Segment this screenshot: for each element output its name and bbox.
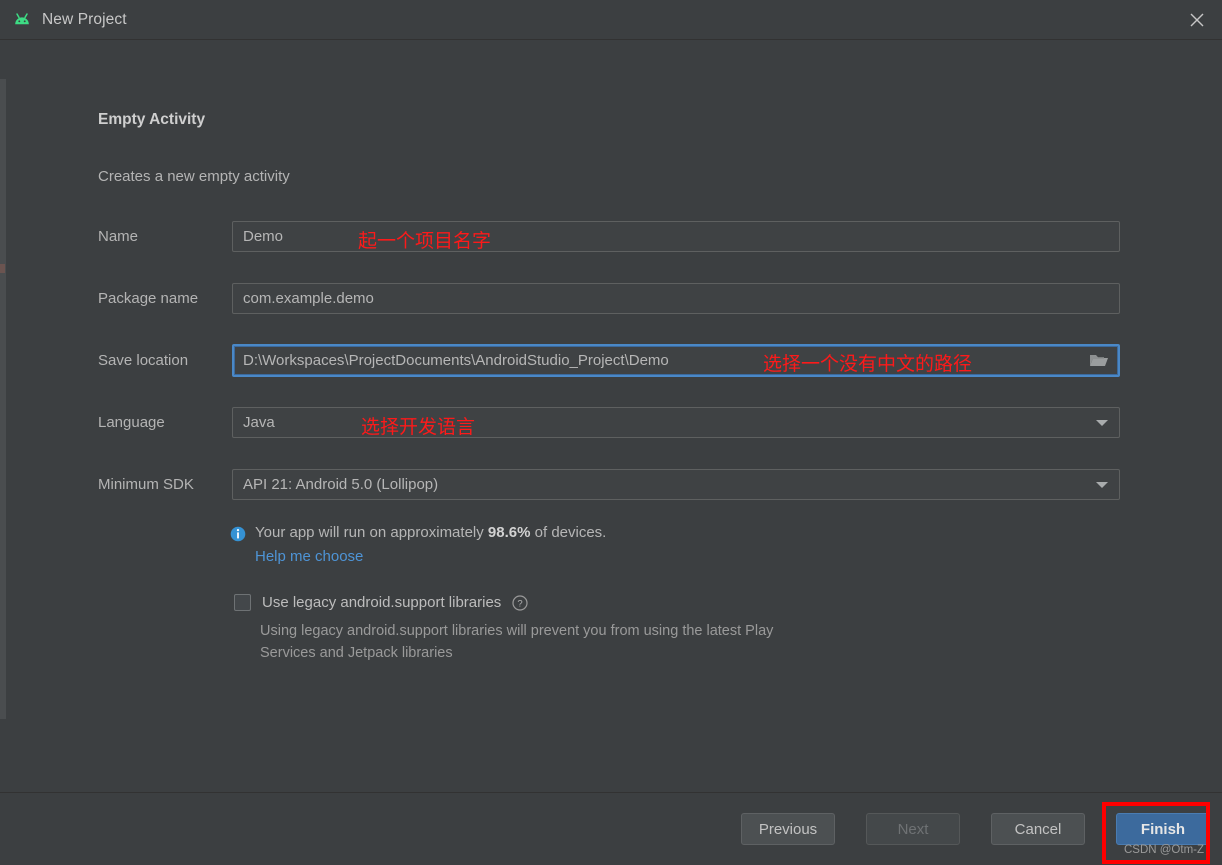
window-title: New Project [42, 10, 127, 28]
minimum-sdk-select-value: API 21: Android 5.0 (Lollipop) [243, 476, 439, 493]
legacy-libraries-block: Use legacy android.support libraries ? U… [234, 594, 800, 664]
use-legacy-libraries-label: Use legacy android.support libraries [262, 594, 502, 611]
info-icon [230, 526, 246, 542]
help-me-choose-link[interactable]: Help me choose [255, 548, 363, 565]
package-name-input-value: com.example.demo [243, 290, 374, 307]
chevron-down-icon[interactable] [1096, 481, 1108, 488]
question-mark-icon[interactable]: ? [512, 594, 528, 611]
device-coverage-info: Your app will run on approximately 98.6%… [230, 523, 606, 566]
info-text-after: of devices. [530, 524, 607, 541]
minimum-sdk-label: Minimum SDK [98, 476, 194, 493]
cancel-button[interactable]: Cancel [991, 813, 1085, 845]
save-location-input-value: D:\Workspaces\ProjectDocuments\AndroidSt… [243, 352, 669, 369]
page-title: Empty Activity [98, 111, 206, 128]
new-project-dialog: New Project Empty Activity Creates a new… [0, 0, 1222, 865]
page-subtitle: Creates a new empty activity [98, 168, 290, 185]
android-robot-icon [12, 10, 32, 30]
field-row-save-location: Save location D:\Workspaces\ProjectDocum… [98, 344, 1120, 377]
language-select-value: Java [243, 414, 275, 431]
use-legacy-libraries-checkbox[interactable] [234, 594, 251, 611]
name-label: Name [98, 228, 139, 245]
name-input-value: Demo [243, 228, 284, 245]
field-row-minimum-sdk: Minimum SDK API 21: Android 5.0 (Lollipo… [98, 469, 1120, 500]
package-name-input[interactable]: com.example.demo [232, 283, 1120, 314]
legacy-libraries-description: Using legacy android.support libraries w… [260, 623, 774, 661]
edge-marker [0, 264, 5, 273]
package-name-label: Package name [98, 290, 199, 307]
name-input[interactable]: Demo [232, 221, 1120, 252]
finish-button[interactable]: Finish [1116, 813, 1210, 845]
previous-button[interactable]: Previous [741, 813, 835, 845]
dialog-button-bar: Previous Next Cancel Finish [0, 792, 1222, 865]
save-location-label: Save location [98, 352, 189, 369]
minimum-sdk-select[interactable]: API 21: Android 5.0 (Lollipop) [232, 469, 1120, 500]
folder-icon[interactable] [1088, 352, 1110, 370]
info-text-before: Your app will run on approximately [255, 524, 488, 541]
next-button: Next [866, 813, 960, 845]
field-row-language: Language Java [98, 407, 1120, 438]
info-percent: 98.6% [487, 524, 531, 541]
dialog-content: Empty Activity Creates a new empty activ… [0, 40, 1222, 792]
close-icon[interactable] [1172, 0, 1222, 39]
title-bar: New Project [0, 0, 1222, 40]
language-label: Language [98, 414, 165, 431]
field-row-package-name: Package name com.example.demo [98, 283, 1120, 314]
language-select[interactable]: Java [232, 407, 1120, 438]
chevron-down-icon[interactable] [1096, 419, 1108, 426]
svg-text:?: ? [518, 598, 523, 609]
device-coverage-text: Your app will run on approximately 98.6%… [255, 523, 606, 543]
save-location-input[interactable]: D:\Workspaces\ProjectDocuments\AndroidSt… [232, 344, 1120, 377]
field-row-name: Name Demo [98, 221, 1120, 252]
